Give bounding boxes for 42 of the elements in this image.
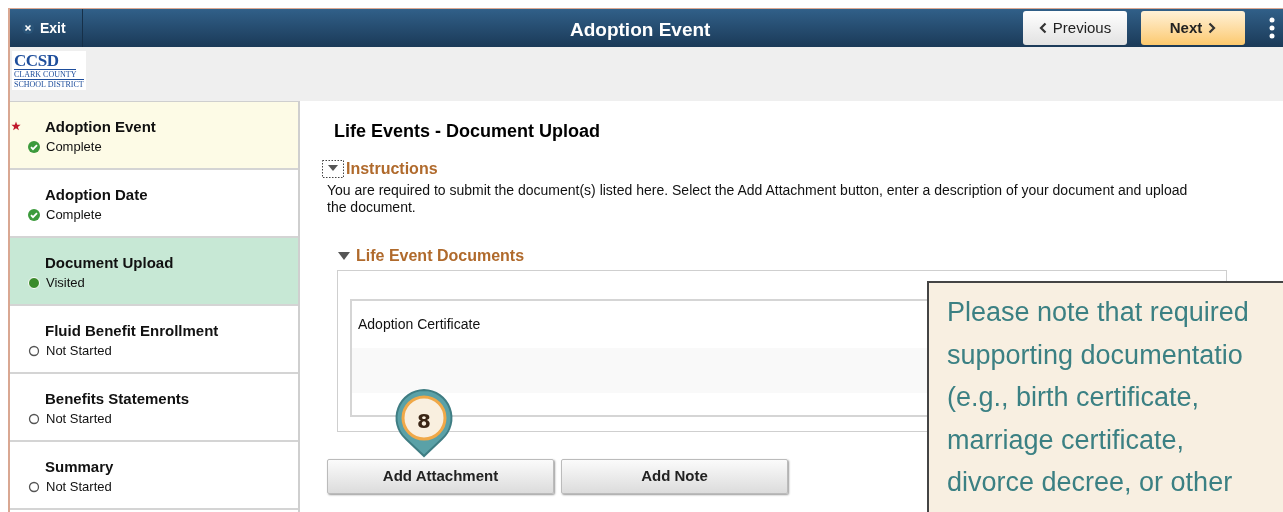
- step-item[interactable]: Document Upload Visited: [10, 238, 298, 306]
- status-dot-icon: [28, 276, 40, 289]
- window-title: Adoption Event: [570, 18, 711, 42]
- step-title: Fluid Benefit Enrollment: [45, 322, 220, 340]
- callout-line: Please note that required: [947, 296, 1250, 329]
- document-name: Adoption Certificate: [358, 315, 481, 334]
- step-title: Document Upload: [45, 254, 175, 272]
- step-title: Summary: [45, 458, 115, 476]
- step-title: Adoption Date: [45, 186, 149, 204]
- check-circle-icon: [28, 208, 40, 221]
- next-button[interactable]: Next: [1141, 11, 1245, 45]
- callout-line: marriage certificate,: [947, 423, 1186, 457]
- callout-line: (e.g., birth certificate,: [947, 381, 1201, 414]
- chevron-right-icon: [1208, 22, 1217, 34]
- step-status: Complete: [46, 206, 102, 224]
- empty-circle-icon: [28, 412, 40, 425]
- step-title: Adoption Event: [45, 118, 157, 136]
- step-marker: 8: [394, 388, 454, 458]
- callout-line: supporting documentatio: [947, 338, 1244, 372]
- empty-circle-icon: [28, 344, 40, 357]
- step-title: Benefits Statements: [45, 390, 191, 408]
- close-icon: [22, 22, 34, 34]
- collapse-arrow-icon[interactable]: [338, 252, 350, 260]
- chevron-left-icon: [1038, 22, 1047, 34]
- step-status: Not Started: [46, 478, 112, 496]
- callout-line: divorce decree, or other: [947, 466, 1234, 499]
- section-heading[interactable]: Life Event Documents: [356, 244, 525, 268]
- step-status: Visited: [46, 274, 85, 292]
- action-button[interactable]: Add Note: [561, 459, 788, 494]
- step-item[interactable]: Adoption Event Complete: [10, 102, 298, 170]
- page-heading: Life Events - Document Upload: [333, 120, 602, 143]
- check-circle-icon: [28, 140, 40, 153]
- action-button[interactable]: Add Attachment: [327, 459, 554, 494]
- district-logo: CCSD CLARK COUNTY SCHOOL DISTRICT: [12, 51, 86, 90]
- section-heading[interactable]: Instructions: [346, 157, 438, 181]
- step-status: Not Started: [46, 410, 112, 428]
- previous-button[interactable]: Previous: [1023, 11, 1127, 45]
- step-status: Complete: [46, 138, 102, 156]
- empty-circle-icon: [28, 480, 40, 493]
- step-status: Not Started: [46, 342, 112, 360]
- instructions-text: You are required to submit the document(s) listed here. Select the Add Attachment button, enter a description of your document and upload the document.: [327, 182, 1189, 216]
- more-options-icon[interactable]: [1269, 17, 1275, 39]
